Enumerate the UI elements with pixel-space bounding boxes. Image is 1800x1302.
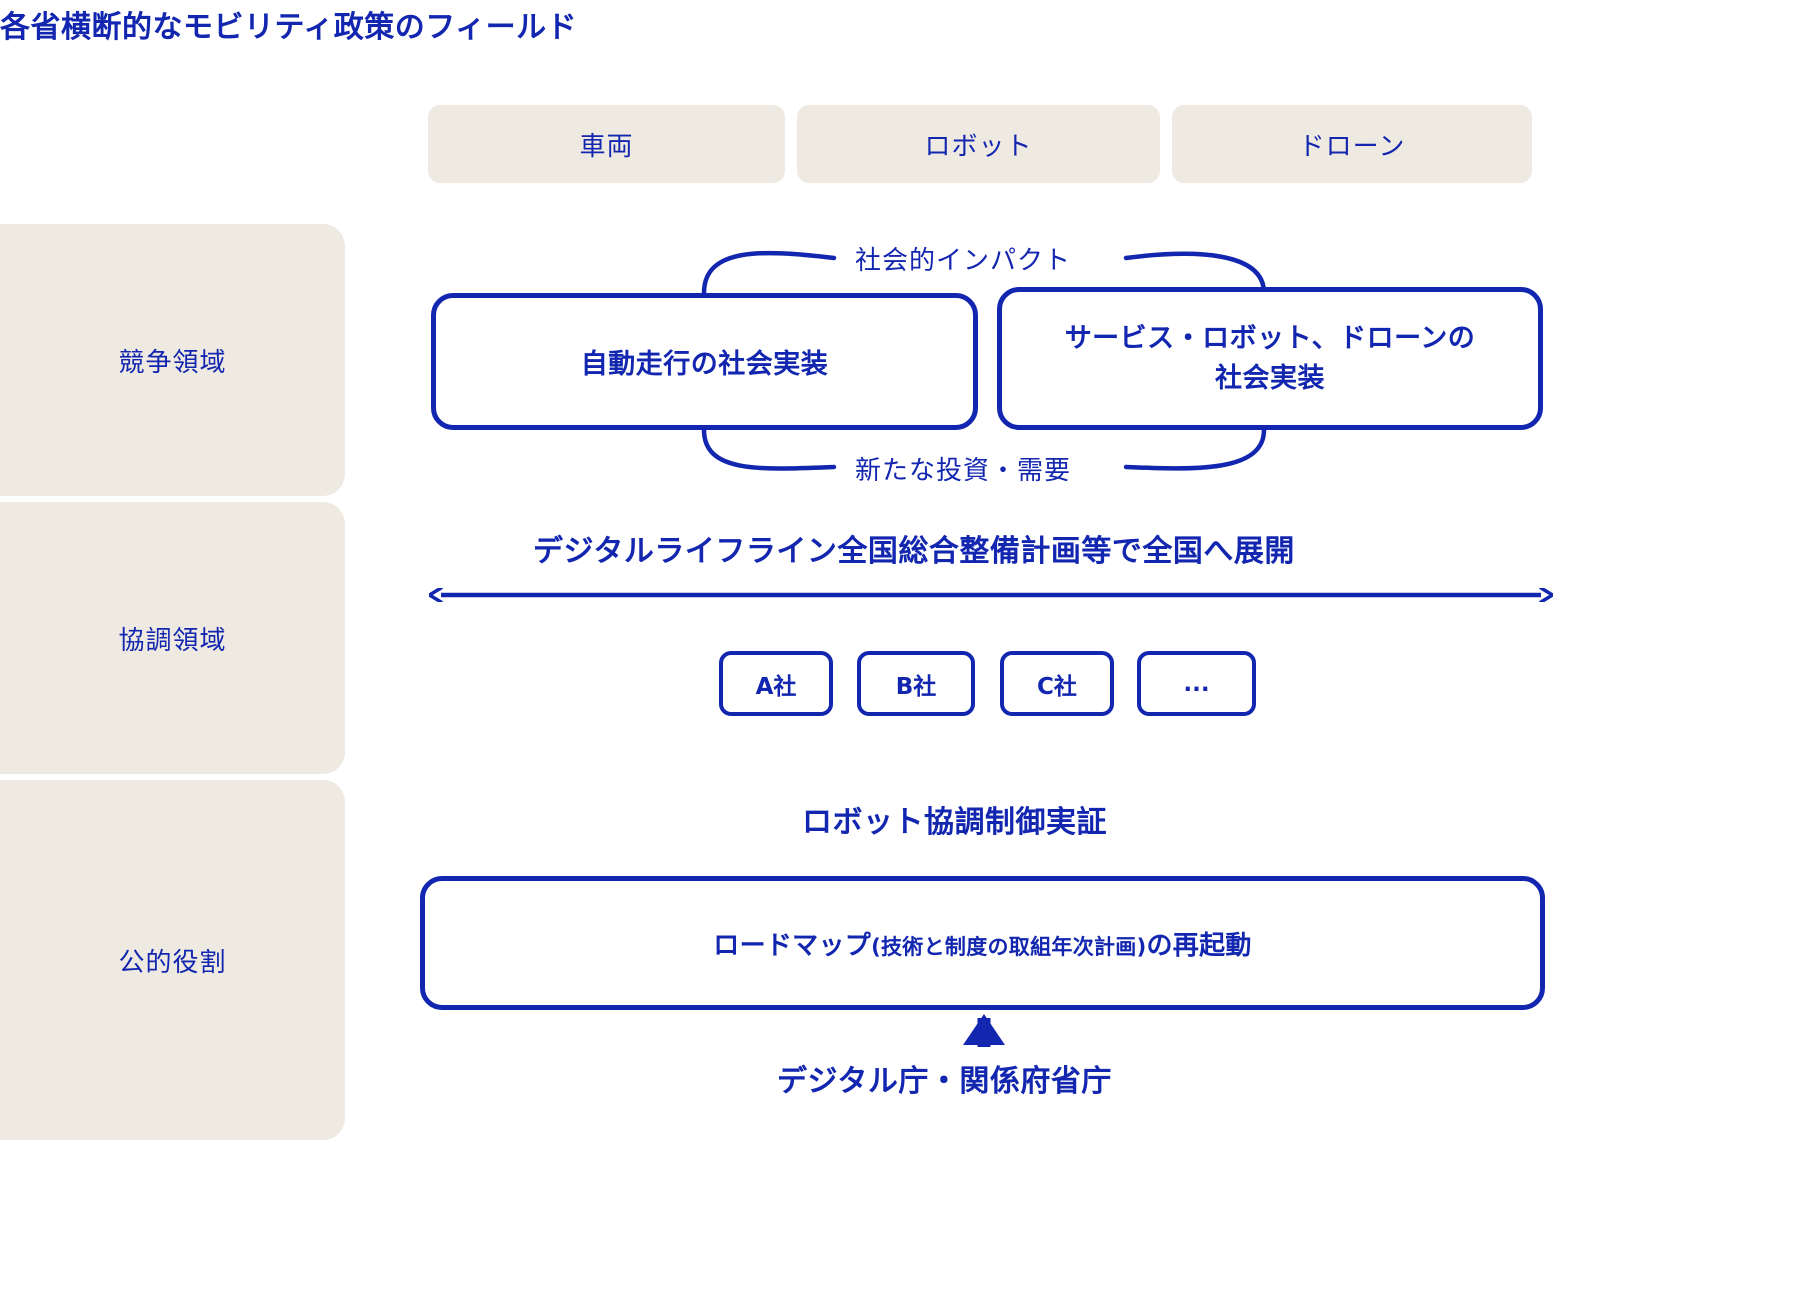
company-chip-b-label: B社	[895, 673, 937, 700]
label-digital-agency-ministries: デジタル庁・関係府省庁	[777, 1064, 1112, 1099]
label-social-impact: 社会的インパクト	[855, 246, 1072, 276]
arrow-up-agency	[963, 1014, 1005, 1047]
headline-digital-lifeline: デジタルライフライン全国総合整備計画等で全国へ展開	[533, 534, 1295, 569]
box-roadmap-paren: (技術と制度の取組年次計画)	[871, 934, 1147, 959]
column-header-vehicle-label: 車両	[579, 131, 634, 162]
column-header-robot: ロボット	[797, 105, 1160, 183]
box-roadmap-restart[interactable]: ロードマップ(技術と制度の取組年次計画)の再起動	[420, 876, 1545, 1010]
row-label-collaboration: 協調領域	[0, 502, 345, 774]
box-roadmap-suffix: の再起動	[1146, 930, 1252, 961]
curve-invest-right	[1123, 427, 1267, 471]
curve-impact-left	[701, 250, 837, 296]
company-chip-more[interactable]: ...	[1137, 651, 1256, 716]
box-service-robot-drone-line1: サービス・ロボット、ドローンの	[1064, 323, 1476, 355]
box-service-robot-drone[interactable]: サービス・ロボット、ドローンの 社会実装	[997, 287, 1543, 430]
box-autonomous-driving-label: 自動走行の社会実装	[580, 349, 829, 380]
column-header-vehicle: 車両	[428, 105, 785, 183]
box-service-robot-drone-line2: 社会実装	[1214, 362, 1325, 394]
column-header-drone: ドローン	[1172, 105, 1532, 183]
headline-robot-coordination: ロボット協調制御実証	[802, 805, 1107, 840]
company-chip-c-label: C社	[1037, 673, 1077, 700]
company-chip-more-label: ...	[1183, 670, 1210, 697]
row-label-competition-text: 競争領域	[118, 347, 227, 378]
company-chip-a-label: A社	[755, 673, 797, 700]
label-new-investment-demand: 新たな投資・需要	[855, 456, 1072, 486]
company-chip-c[interactable]: C社	[1000, 651, 1114, 716]
column-header-drone-label: ドローン	[1298, 131, 1406, 162]
box-autonomous-driving[interactable]: 自動走行の社会実装	[431, 293, 978, 430]
row-label-public-role: 公的役割	[0, 780, 345, 1140]
column-header-robot-label: ロボット	[924, 131, 1033, 162]
row-label-collaboration-text: 協調領域	[118, 625, 227, 656]
row-label-competition: 競争領域	[0, 224, 345, 496]
company-chip-b[interactable]: B社	[857, 651, 975, 716]
diagram-canvas: 各省横断的なモビリティ政策のフィールド 車両 ロボット ドローン 競争領域 協調…	[0, 0, 1800, 1302]
company-chip-a[interactable]: A社	[719, 651, 833, 716]
curve-invest-left	[701, 427, 837, 471]
box-roadmap-prefix: ロードマップ	[713, 930, 872, 961]
page-title: 各省横断的なモビリティ政策のフィールド	[0, 10, 578, 45]
row-label-public-role-text: 公的役割	[118, 947, 227, 978]
